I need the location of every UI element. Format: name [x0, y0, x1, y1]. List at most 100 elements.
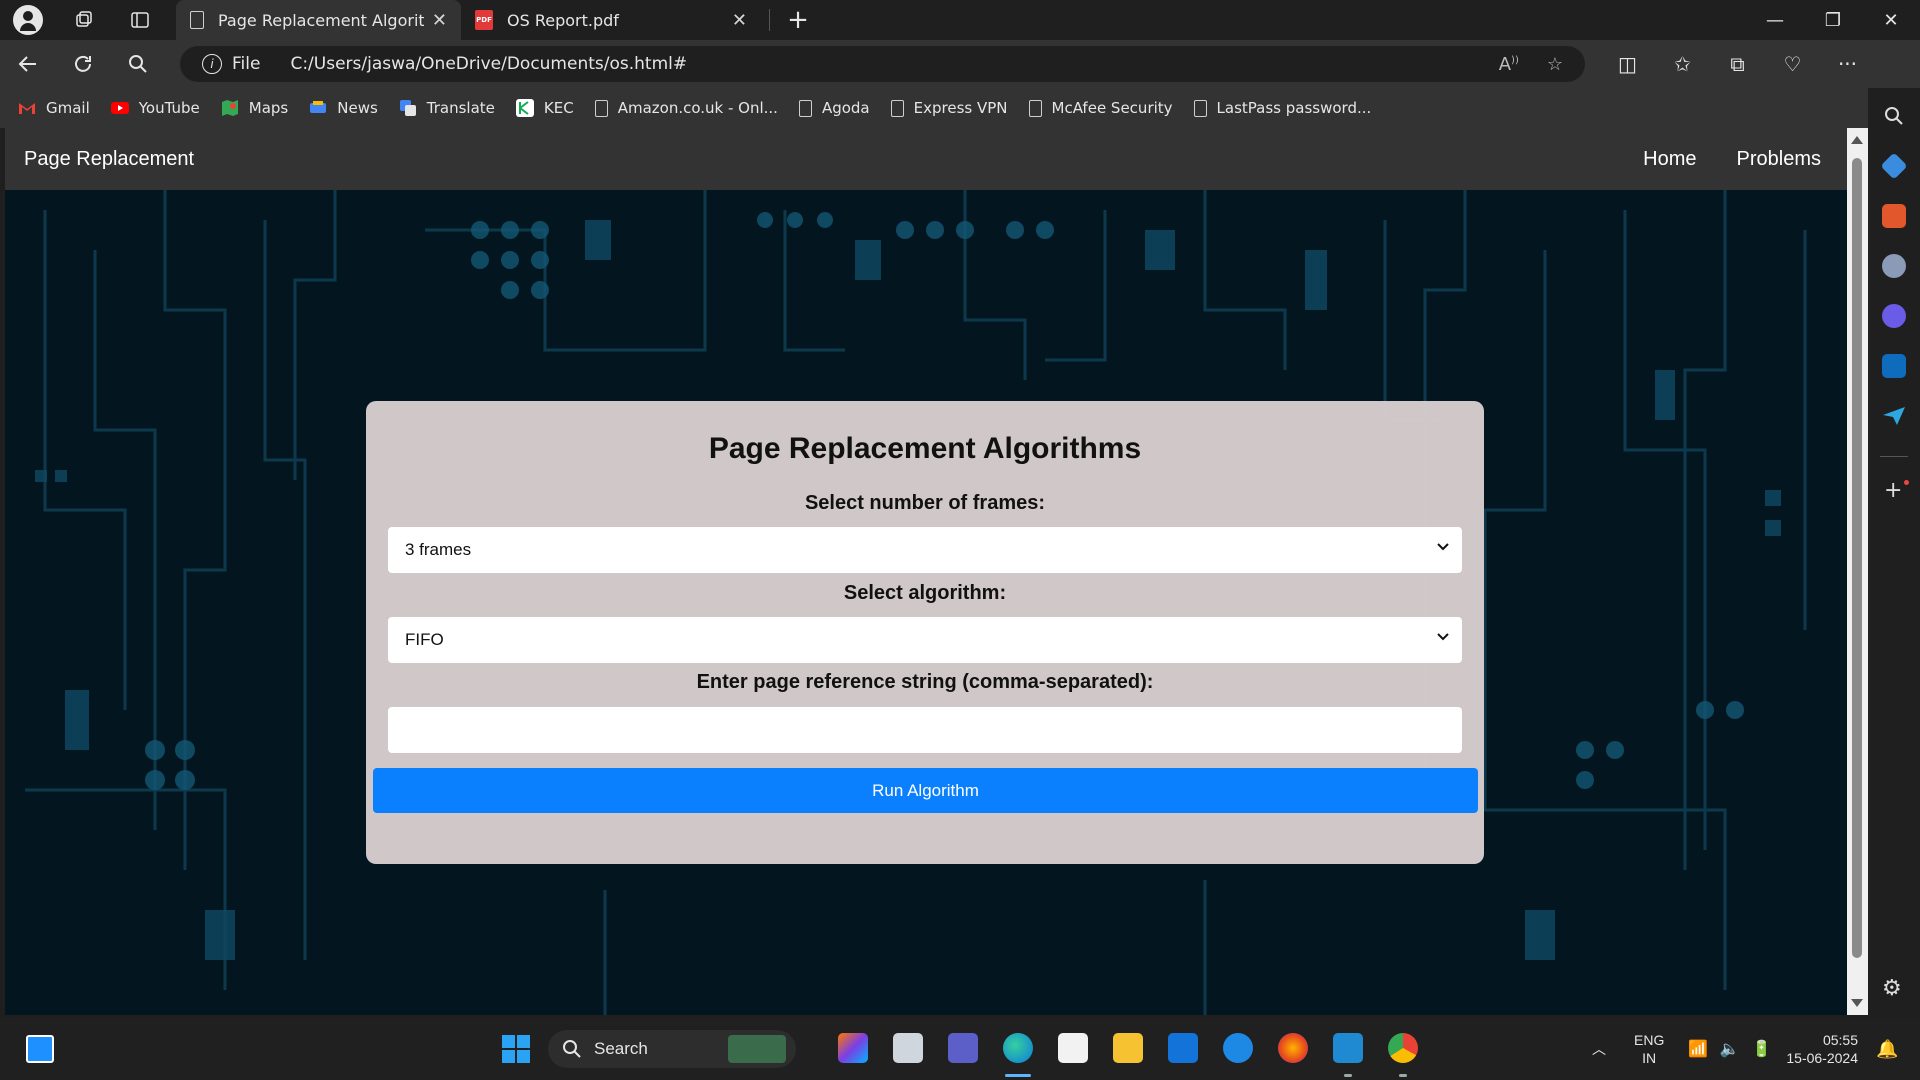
tab-separator [769, 9, 770, 31]
vscode-icon[interactable] [1333, 1033, 1363, 1063]
clock[interactable]: 05:55 15-06-2024 [1786, 1018, 1858, 1080]
help-icon[interactable] [1223, 1033, 1253, 1063]
frames-select[interactable]: 3 frames [388, 527, 1462, 573]
bookmarks-bar: Gmail YouTube Maps News Translate KEC Am… [0, 88, 1870, 128]
search-label: Search [594, 1039, 648, 1058]
wifi-icon: 📶 [1688, 1041, 1708, 1058]
youtube-icon [110, 102, 129, 114]
news-icon [310, 101, 327, 113]
new-tab-button[interactable]: + [778, 5, 818, 35]
restore-button[interactable]: ❐ [1804, 0, 1862, 40]
language-code: ENG [1634, 1032, 1665, 1048]
split-screen-icon[interactable]: ◫ [1600, 40, 1655, 88]
algorithm-form-card: Page Replacement Algorithms Select numbe… [366, 401, 1484, 864]
bookmark-lastpass[interactable]: LastPass password... [1193, 99, 1372, 117]
favorites-icon[interactable]: ✩ [1655, 40, 1710, 88]
address-bar[interactable]: i File C:/Users/jaswa/OneDrive/Documents… [180, 46, 1585, 82]
microsoft-store-icon[interactable] [1058, 1033, 1088, 1063]
tab-os-report[interactable]: PDF OS Report.pdf ✕ [461, 0, 761, 40]
read-aloud-icon[interactable]: A)) [1499, 54, 1519, 75]
windows-start-icon[interactable] [502, 1035, 530, 1063]
shopping-tag-icon[interactable] [1880, 152, 1908, 180]
maps-icon [221, 100, 238, 116]
favorite-star-icon[interactable]: ☆ [1547, 54, 1563, 75]
vertical-tabs-icon[interactable] [112, 0, 168, 40]
chrome-icon[interactable] [1388, 1033, 1418, 1063]
nav-link-problems[interactable]: Problems [1717, 148, 1847, 171]
notification-dot [1904, 480, 1909, 485]
bookmark-label: Agoda [821, 99, 870, 117]
back-button[interactable] [0, 40, 55, 88]
page-scrollbar[interactable] [1847, 128, 1868, 1015]
page-icon [1028, 99, 1042, 117]
bookmark-label: News [337, 99, 378, 117]
edge-icon[interactable] [1003, 1033, 1033, 1063]
bookmark-label: LastPass password... [1216, 99, 1372, 117]
bookmark-youtube[interactable]: YouTube [110, 99, 200, 117]
info-icon[interactable]: i [202, 54, 222, 74]
search-button[interactable] [110, 40, 165, 88]
workspaces-icon[interactable] [56, 0, 112, 40]
browser-essentials-icon[interactable]: ♡ [1765, 40, 1820, 88]
url-text[interactable]: C:/Users/jaswa/OneDrive/Documents/os.htm… [290, 54, 687, 74]
tab-page-replacement[interactable]: Page Replacement Algorithms ✕ [176, 0, 461, 40]
games-icon[interactable] [1882, 254, 1906, 278]
language-indicator[interactable]: ENG IN [1634, 1018, 1664, 1080]
bookmark-express-vpn[interactable]: Express VPN [890, 99, 1008, 117]
add-sidebar-item-icon[interactable]: + [1884, 478, 1902, 503]
copilot-pre-icon[interactable] [838, 1033, 868, 1063]
profile-button[interactable] [0, 0, 56, 40]
reference-string-input[interactable] [388, 707, 1462, 753]
bookmark-translate[interactable]: Translate [399, 99, 495, 117]
algorithm-selected-value: FIFO [405, 630, 444, 649]
refresh-button[interactable] [55, 40, 110, 88]
bookmark-gmail[interactable]: Gmail [18, 99, 90, 117]
clock-date: 15-06-2024 [1786, 1050, 1858, 1066]
address-toolbar: i File C:/Users/jaswa/OneDrive/Documents… [0, 40, 1920, 120]
bookmark-news[interactable]: News [309, 99, 378, 117]
copilot-sidebar-icon[interactable] [1882, 304, 1906, 328]
bookmark-amazon[interactable]: Amazon.co.uk - Onl... [594, 99, 778, 117]
bookmark-agoda[interactable]: Agoda [798, 99, 870, 117]
algorithm-select[interactable]: FIFO [388, 617, 1462, 663]
scroll-up-arrow-icon[interactable] [1851, 136, 1863, 144]
site-brand[interactable]: Page Replacement [24, 148, 194, 171]
notification-bell-icon[interactable]: 🔔 [1876, 1018, 1898, 1080]
minimize-button[interactable]: — [1746, 0, 1804, 40]
myhp-icon[interactable] [1168, 1033, 1198, 1063]
bookmark-mcafee[interactable]: McAfee Security [1028, 99, 1173, 117]
file-explorer-icon[interactable] [1113, 1033, 1143, 1063]
scroll-thumb[interactable] [1852, 158, 1862, 958]
close-tab-icon[interactable]: ✕ [732, 10, 747, 31]
run-algorithm-button[interactable]: Run Algorithm [373, 768, 1478, 813]
sidebar-search-icon[interactable] [1884, 106, 1904, 126]
page-icon [594, 99, 608, 117]
tab-title: OS Report.pdf [507, 10, 619, 30]
show-hidden-icons-chevron-icon[interactable]: ︿ [1592, 1018, 1606, 1080]
firefox-icon[interactable] [1278, 1033, 1308, 1063]
tools-briefcase-icon[interactable] [1882, 204, 1906, 228]
task-view-icon[interactable] [893, 1033, 923, 1063]
bookmark-maps[interactable]: Maps [221, 99, 288, 117]
bookmark-kec[interactable]: KEC [515, 99, 574, 117]
sidebar-settings-icon[interactable]: ⚙ [1882, 976, 1902, 1001]
taskbar-search-box[interactable]: Search [548, 1030, 796, 1068]
close-window-button[interactable]: ✕ [1862, 0, 1920, 40]
widgets-icon[interactable] [26, 1035, 54, 1063]
volume-icon: 🔈 [1719, 1041, 1740, 1058]
send-icon[interactable] [1882, 406, 1906, 426]
scroll-down-arrow-icon[interactable] [1851, 999, 1863, 1007]
region-code: IN [1642, 1050, 1657, 1066]
system-tray-icons[interactable]: 📶 🔈 🔋 [1688, 1018, 1772, 1080]
collections-icon[interactable]: ⧉ [1710, 40, 1765, 88]
edge-active-indicator [1005, 1074, 1031, 1077]
teams-icon[interactable] [948, 1033, 978, 1063]
search-icon [563, 1040, 581, 1058]
more-options-icon[interactable]: ··· [1820, 40, 1875, 88]
nav-link-home[interactable]: Home [1623, 148, 1716, 171]
close-tab-icon[interactable]: ✕ [432, 10, 447, 31]
algorithm-label: Select algorithm: [843, 582, 1007, 604]
search-icon [128, 55, 147, 73]
translate-icon [399, 100, 416, 116]
outlook-icon[interactable] [1882, 354, 1906, 378]
